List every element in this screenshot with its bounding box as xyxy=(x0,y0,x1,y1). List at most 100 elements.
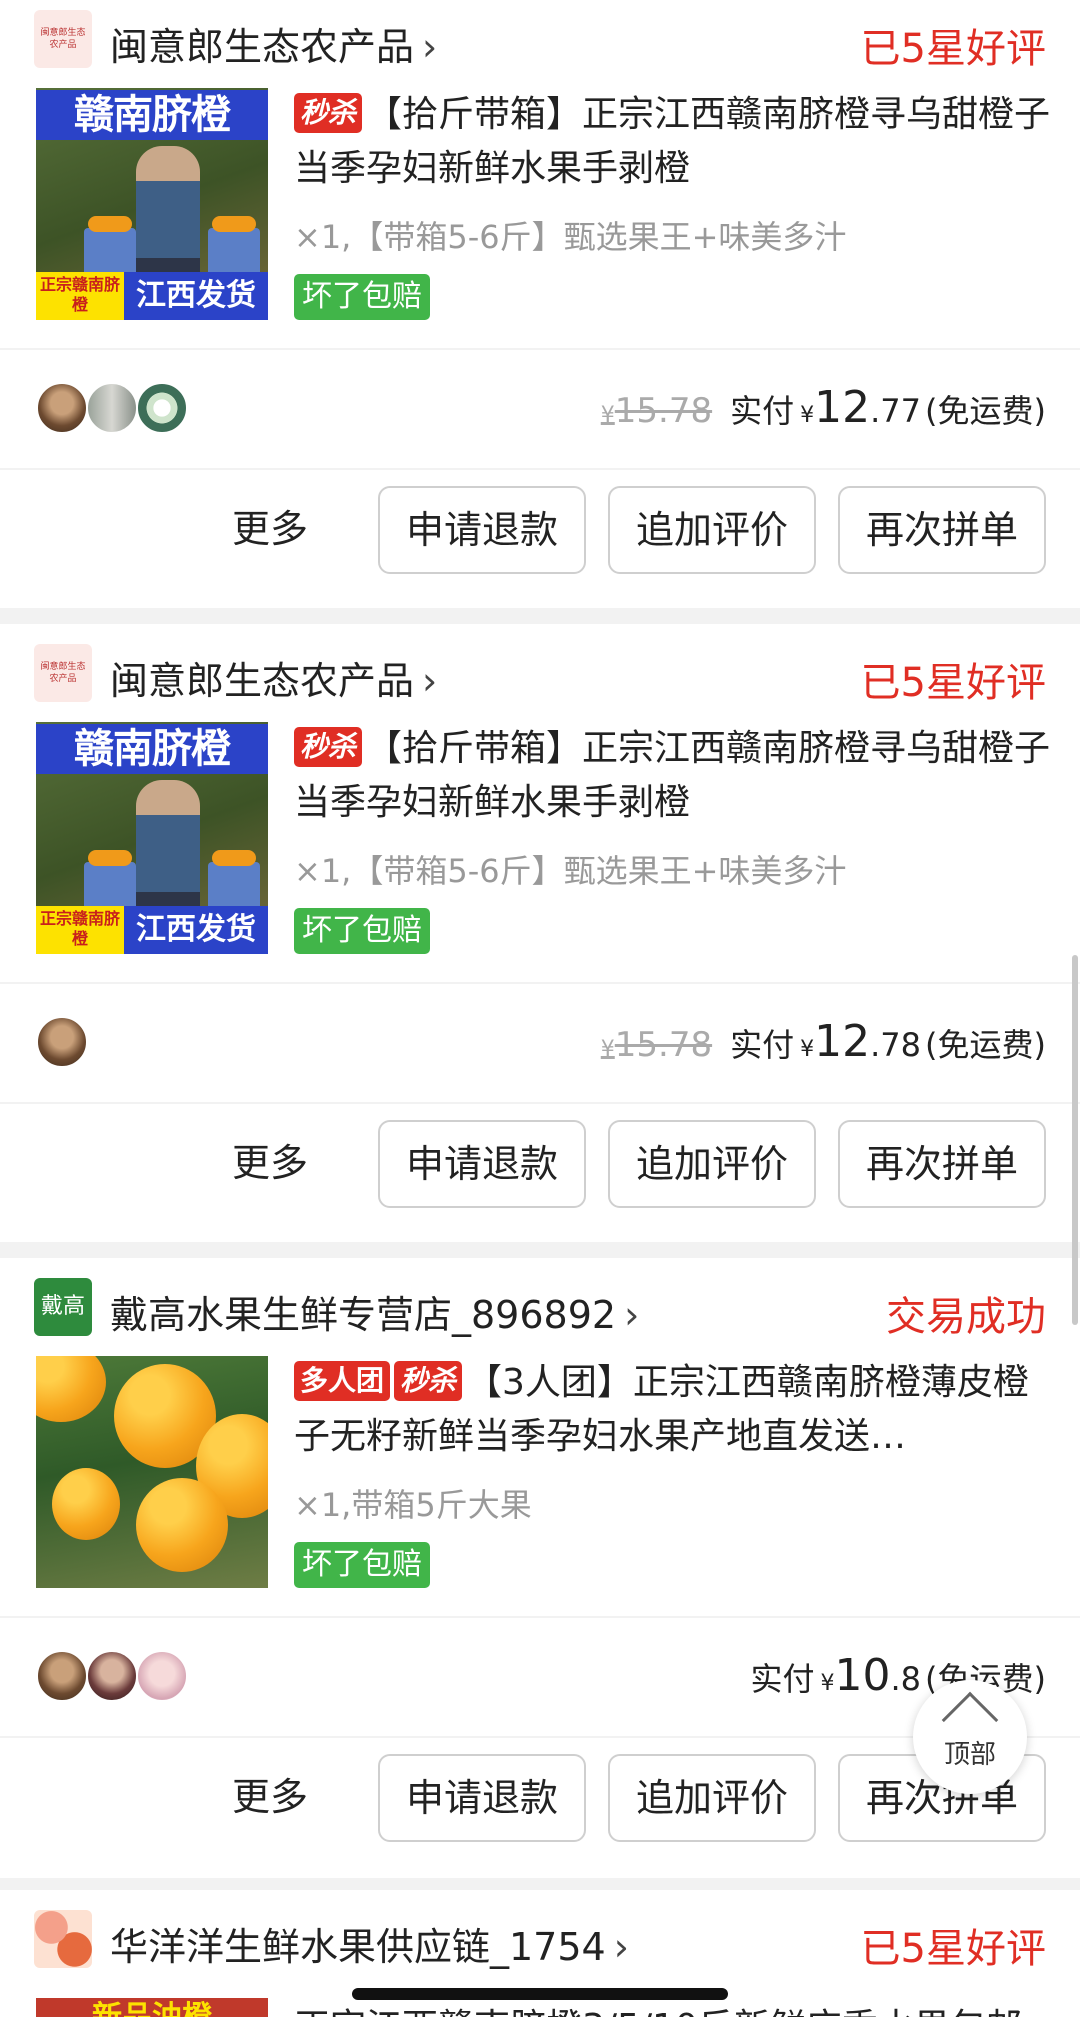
more-button[interactable]: 更多 xyxy=(232,1766,308,1821)
paid-amount: ¥12.77 xyxy=(800,382,922,433)
avatar xyxy=(36,1016,88,1068)
thumbnail-footer-left: 正宗赣南脐橙 xyxy=(36,272,124,320)
orange-graphic xyxy=(136,1478,228,1572)
product-spec: ×1,【带箱5-6斤】甄选果王+味美多汁 xyxy=(294,218,847,256)
shop-header[interactable]: 闽意郎生态农产品 闽意郎生态农产品 › 已5星好评 xyxy=(0,634,1080,714)
avatar xyxy=(136,382,188,434)
chevron-right-icon: › xyxy=(422,659,438,703)
product-thumbnail[interactable] xyxy=(36,1356,268,1588)
avatar xyxy=(86,1650,138,1702)
shop-name[interactable]: 闽意郎生态农产品 › xyxy=(110,16,437,71)
product-thumbnail[interactable]: 新品油橙 xyxy=(36,1998,268,2017)
back-to-top-button[interactable]: 顶部 xyxy=(913,1680,1027,1794)
thumbnail-footer: 正宗赣南脐橙 江西发货 xyxy=(36,272,268,320)
product-thumbnail[interactable]: 赣南脐橙 正宗赣南脐橙 江西发货 xyxy=(36,88,268,320)
seckill-tag: 秒杀 xyxy=(394,1361,463,1401)
shop-logo: 闽意郎生态农产品 xyxy=(34,644,92,702)
action-row: 更多 申请退款 追加评价 再次拼单 xyxy=(0,478,1080,578)
payment-row: ¥15.78 实付 ¥12.77 (免运费) xyxy=(0,360,1080,456)
thumbnail-footer-right: 江西发货 xyxy=(124,906,268,954)
thumbnail-banner: 新品油橙 xyxy=(36,1998,268,2017)
refund-button[interactable]: 申请退款 xyxy=(378,1120,586,1208)
paid-label: 实付 xyxy=(730,1026,795,1064)
product-title[interactable]: 秒杀 【拾斤带箱】正宗江西赣南脐橙寻乌甜橙子当季孕妇新鲜水果手剥橙 xyxy=(294,722,1054,830)
thumbnail-footer-right: 江西发货 xyxy=(124,272,268,320)
shop-header[interactable]: 戴高 戴高水果生鲜专营店_896892 › 交易成功 xyxy=(0,1268,1080,1348)
more-button[interactable]: 更多 xyxy=(232,1132,308,1187)
group-avatars[interactable] xyxy=(36,382,188,434)
refund-button[interactable]: 申请退款 xyxy=(378,1754,586,1842)
more-button[interactable]: 更多 xyxy=(232,498,308,553)
shop-name[interactable]: 戴高水果生鲜专营店_896892 › xyxy=(110,1284,639,1339)
shipping-note: (免运费) xyxy=(925,392,1046,430)
reorder-button[interactable]: 再次拼单 xyxy=(838,1120,1046,1208)
order-status: 已5星好评 xyxy=(860,1926,1046,1972)
shop-header[interactable]: 华洋洋生鲜水果供应链_1754 › 已5星好评 xyxy=(0,1900,1080,1980)
original-price: ¥15.78 xyxy=(600,391,713,431)
thumbnail-banner: 赣南脐橙 xyxy=(36,724,268,774)
order-status: 已5星好评 xyxy=(860,26,1046,72)
group-buy-tag: 多人团 xyxy=(294,1361,391,1401)
avatar xyxy=(136,1650,188,1702)
paid-label: 实付 xyxy=(750,1660,815,1698)
shop-logo: 闽意郎生态农产品 xyxy=(34,10,92,68)
divider xyxy=(0,982,1080,984)
scrollbar[interactable] xyxy=(1072,955,1078,1325)
shop-logo xyxy=(34,1910,92,1968)
orange-graphic xyxy=(52,1468,120,1540)
price-summary: ¥15.78 实付 ¥12.78 (免运费) xyxy=(601,1014,1046,1078)
group-avatars[interactable] xyxy=(36,1650,188,1702)
reorder-button[interactable]: 再次拼单 xyxy=(838,486,1046,574)
payment-row: ¥15.78 实付 ¥12.78 (免运费) xyxy=(0,994,1080,1090)
add-review-button[interactable]: 追加评价 xyxy=(608,1754,816,1842)
add-review-button[interactable]: 追加评价 xyxy=(608,486,816,574)
divider xyxy=(0,1616,1080,1618)
paid-label: 实付 xyxy=(730,392,795,430)
guarantee-badge: 坏了包赔 xyxy=(294,1542,430,1588)
orange-graphic xyxy=(36,1356,106,1422)
order-card: 闽意郎生态农产品 闽意郎生态农产品 › 已5星好评 赣南脐橙 正宗赣南脐橙 江西发… xyxy=(0,624,1080,1242)
product-title[interactable]: 秒杀 【拾斤带箱】正宗江西赣南脐橙寻乌甜橙子当季孕妇新鲜水果手剥橙 xyxy=(294,88,1054,196)
divider xyxy=(0,348,1080,350)
product-item[interactable]: 赣南脐橙 正宗赣南脐橙 江西发货 秒杀 【拾斤带箱】正宗江西赣南脐橙寻乌甜橙子当季… xyxy=(0,88,1080,338)
shop-name-text: 闽意郎生态农产品 xyxy=(110,25,415,69)
guarantee-badge: 坏了包赔 xyxy=(294,274,430,320)
product-title[interactable]: 多人团 秒杀 【3人团】正宗江西赣南脐橙薄皮橙子无籽新鲜当季孕妇水果产地直发送… xyxy=(294,1356,1054,1464)
group-avatars[interactable] xyxy=(36,1016,88,1068)
paid-amount: ¥12.78 xyxy=(800,1016,922,1067)
product-title-text: 【拾斤带箱】正宗江西赣南脐橙寻乌甜橙子当季孕妇新鲜水果手剥橙 xyxy=(294,728,1051,823)
order-list-page: 闽意郎生态农产品 闽意郎生态农产品 › 已5星好评 赣南脐橙 正宗赣南脐橙 江西发… xyxy=(0,0,1080,2017)
refund-button[interactable]: 申请退款 xyxy=(378,486,586,574)
seckill-tag: 秒杀 xyxy=(294,93,363,133)
product-spec: ×1,【带箱5-6斤】甄选果王+味美多汁 xyxy=(294,852,847,890)
chevron-right-icon: › xyxy=(422,25,438,69)
product-item[interactable]: 赣南脐橙 正宗赣南脐橙 江西发货 秒杀 【拾斤带箱】正宗江西赣南脐橙寻乌甜橙子当季… xyxy=(0,722,1080,972)
shop-name-text: 华洋洋生鲜水果供应链_1754 xyxy=(110,1925,606,1969)
order-status: 已5星好评 xyxy=(860,660,1046,706)
back-to-top-label: 顶部 xyxy=(943,1740,996,1770)
order-status: 交易成功 xyxy=(886,1294,1046,1340)
shop-header[interactable]: 闽意郎生态农产品 闽意郎生态农产品 › 已5星好评 xyxy=(0,0,1080,80)
shop-name[interactable]: 闽意郎生态农产品 › xyxy=(110,650,437,705)
guarantee-badge: 坏了包赔 xyxy=(294,908,430,954)
thumbnail-footer-left: 正宗赣南脐橙 xyxy=(36,906,124,954)
thumbnail-banner: 赣南脐橙 xyxy=(36,90,268,140)
add-review-button[interactable]: 追加评价 xyxy=(608,1120,816,1208)
chevron-right-icon: › xyxy=(613,1925,629,1969)
home-indicator[interactable] xyxy=(352,1988,728,2000)
shop-name-text: 戴高水果生鲜专营店_896892 xyxy=(110,1293,617,1337)
product-title[interactable]: 正宗江西赣南脐橙3/5/10斤新鲜应季水果包邮 xyxy=(294,1998,1054,2017)
product-title-text: 【拾斤带箱】正宗江西赣南脐橙寻乌甜橙子当季孕妇新鲜水果手剥橙 xyxy=(294,94,1051,189)
chevron-right-icon: › xyxy=(624,1293,640,1337)
seckill-tag: 秒杀 xyxy=(294,727,363,767)
avatar xyxy=(36,382,88,434)
price-summary: ¥15.78 实付 ¥12.77 (免运费) xyxy=(601,380,1046,444)
divider xyxy=(0,1102,1080,1104)
order-card: 闽意郎生态农产品 闽意郎生态农产品 › 已5星好评 赣南脐橙 正宗赣南脐橙 江西发… xyxy=(0,0,1080,608)
divider xyxy=(0,468,1080,470)
product-item[interactable]: 多人团 秒杀 【3人团】正宗江西赣南脐橙薄皮橙子无籽新鲜当季孕妇水果产地直发送… ×… xyxy=(0,1356,1080,1606)
shop-name[interactable]: 华洋洋生鲜水果供应链_1754 › xyxy=(110,1916,629,1971)
product-thumbnail[interactable]: 赣南脐橙 正宗赣南脐橙 江西发货 xyxy=(36,722,268,954)
order-card: 戴高 戴高水果生鲜专营店_896892 › 交易成功 多人团 秒杀 【3人团】正宗江西… xyxy=(0,1258,1080,1878)
avatar xyxy=(86,382,138,434)
